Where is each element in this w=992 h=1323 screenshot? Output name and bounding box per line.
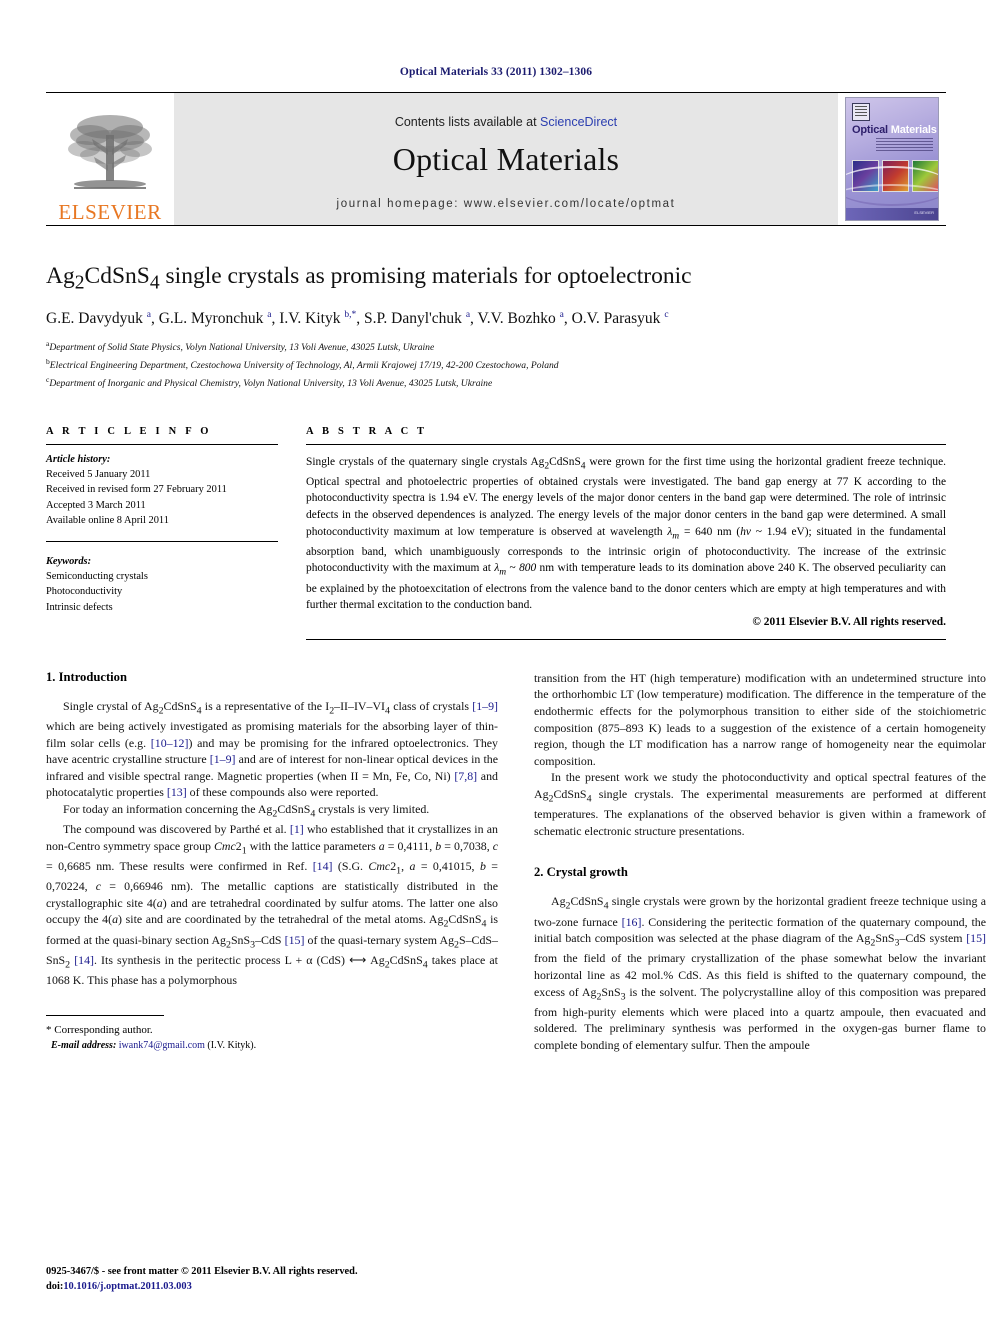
page-footer: 0925-3467/$ - see front matter © 2011 El… — [46, 1264, 358, 1295]
abstract-rule — [306, 443, 946, 445]
masthead-bottom-rule — [46, 225, 946, 226]
article-info-column: A R T I C L E I N F O Article history: R… — [46, 426, 278, 640]
section-heading-introduction: 1. Introduction — [46, 669, 127, 684]
contents-available-line: Contents lists available at ScienceDirec… — [395, 115, 617, 129]
sciencedirect-link[interactable]: ScienceDirect — [540, 115, 617, 129]
info-abstract-block: A R T I C L E I N F O Article history: R… — [46, 426, 946, 640]
affiliation-a: aDepartment of Solid State Physics, Voly… — [46, 339, 435, 354]
contents-prefix: Contents lists available at — [394, 114, 541, 129]
affiliation-c: cDepartment of Inorganic and Physical Ch… — [46, 374, 493, 390]
abstract-column: A B S T R A C T Single crystals of the q… — [306, 426, 946, 640]
article-info-heading: A R T I C L E I N F O — [46, 425, 212, 437]
keyword-item: Intrinsic defects — [46, 601, 113, 613]
elsevier-tree-icon — [68, 115, 152, 189]
history-online: Available online 8 April 2011 — [46, 515, 169, 527]
right-column: transition from the HT (high temperature… — [534, 670, 986, 1054]
left-column: 1. Introduction Single crystal of Ag2CdS… — [46, 670, 498, 1054]
intro-paragraph-3: The compound was discovered by Parthé et… — [46, 822, 499, 988]
journal-masthead: ELSEVIER Contents lists available at Sci… — [46, 92, 946, 225]
growth-paragraph-1: Ag2CdSnS4 single crystals were grown by … — [534, 894, 987, 1052]
issn-line: 0925-3467/$ - see front matter © 2011 El… — [46, 1265, 358, 1277]
keyword-item: Semiconducting crystals — [46, 570, 148, 582]
cover-image: Optical Materials ELSEVIER — [845, 97, 939, 221]
article-history: Article history: Received 5 January 2011… — [46, 452, 278, 529]
paper-page: Optical Materials 33 (2011) 1302–1306 EL… — [0, 0, 992, 1323]
journal-cover-thumbnail: Optical Materials ELSEVIER — [838, 93, 946, 225]
journal-banner: Contents lists available at ScienceDirec… — [174, 93, 838, 225]
cover-subtitle-lines — [876, 138, 933, 152]
doi-line: doi:10.1016/j.optmat.2011.03.003 — [46, 1279, 358, 1295]
keyword-item: Photoconductivity — [46, 586, 123, 598]
elsevier-wordmark: ELSEVIER — [58, 200, 162, 224]
corresponding-author-note: * Corresponding author. — [46, 1023, 153, 1036]
author-list: G.E. Davydyuk a, G.L. Myronchuk a, I.V. … — [46, 310, 669, 328]
footnote-rule — [46, 1014, 164, 1016]
email-suffix: (I.V. Kityk). — [204, 1040, 257, 1052]
article-history-label: Article history: — [46, 453, 111, 465]
history-received: Received 5 January 2011 — [46, 469, 151, 480]
keywords-block: Keywords: Semiconducting crystals Photoc… — [46, 554, 278, 616]
page-title: Ag2CdSnS4 single crystals as promising m… — [46, 263, 692, 294]
abstract-bottom-rule — [306, 638, 946, 640]
cover-footer-bar: ELSEVIER — [846, 208, 938, 220]
cover-title: Optical Materials — [852, 124, 937, 136]
email-note: E-mail address: iwank74@gmail.com (I.V. … — [46, 1038, 498, 1053]
running-head: Optical Materials 33 (2011) 1302–1306 — [399, 66, 593, 78]
keywords-label: Keywords: — [46, 555, 92, 567]
history-accepted: Accepted 3 March 2011 — [46, 499, 146, 511]
journal-title: Optical Materials — [392, 140, 620, 177]
abstract-text: Single crystals of the quaternary single… — [306, 455, 947, 612]
email-link[interactable]: iwank74@gmail.com — [119, 1040, 205, 1051]
abstract-copyright: © 2011 Elsevier B.V. All rights reserved… — [752, 615, 946, 628]
abstract-heading: A B S T R A C T — [306, 425, 428, 437]
keywords-rule — [46, 540, 278, 542]
elsevier-logo: ELSEVIER — [46, 93, 174, 225]
affiliations: aDepartment of Solid State Physics, Voly… — [46, 338, 946, 391]
doi-link[interactable]: 10.1016/j.optmat.2011.03.003 — [63, 1281, 191, 1292]
affiliation-b: bElectrical Engineering Department, Czes… — [46, 357, 559, 372]
right-paragraph-1: transition from the HT (high temperature… — [534, 670, 986, 768]
corresponding-author-footnote: * Corresponding author. E-mail address: … — [46, 1014, 498, 1054]
right-paragraph-2: In the present work we study the photoco… — [534, 770, 986, 838]
elsevier-mark-icon — [852, 103, 870, 121]
intro-paragraph-2: For today an information concerning the … — [63, 802, 430, 820]
history-revised: Received in revised form 27 February 201… — [46, 484, 227, 496]
journal-homepage-link[interactable]: journal homepage: www.elsevier.com/locat… — [337, 198, 676, 210]
article-info-rule — [46, 443, 278, 445]
body-columns: 1. Introduction Single crystal of Ag2CdS… — [46, 670, 986, 1054]
section-heading-crystal-growth: 2. Crystal growth — [534, 865, 628, 880]
intro-paragraph-1: Single crystal of Ag2CdSnS4 is a represe… — [46, 698, 498, 800]
email-label: E-mail address: — [51, 1040, 117, 1052]
doi-label: doi: — [46, 1281, 64, 1293]
